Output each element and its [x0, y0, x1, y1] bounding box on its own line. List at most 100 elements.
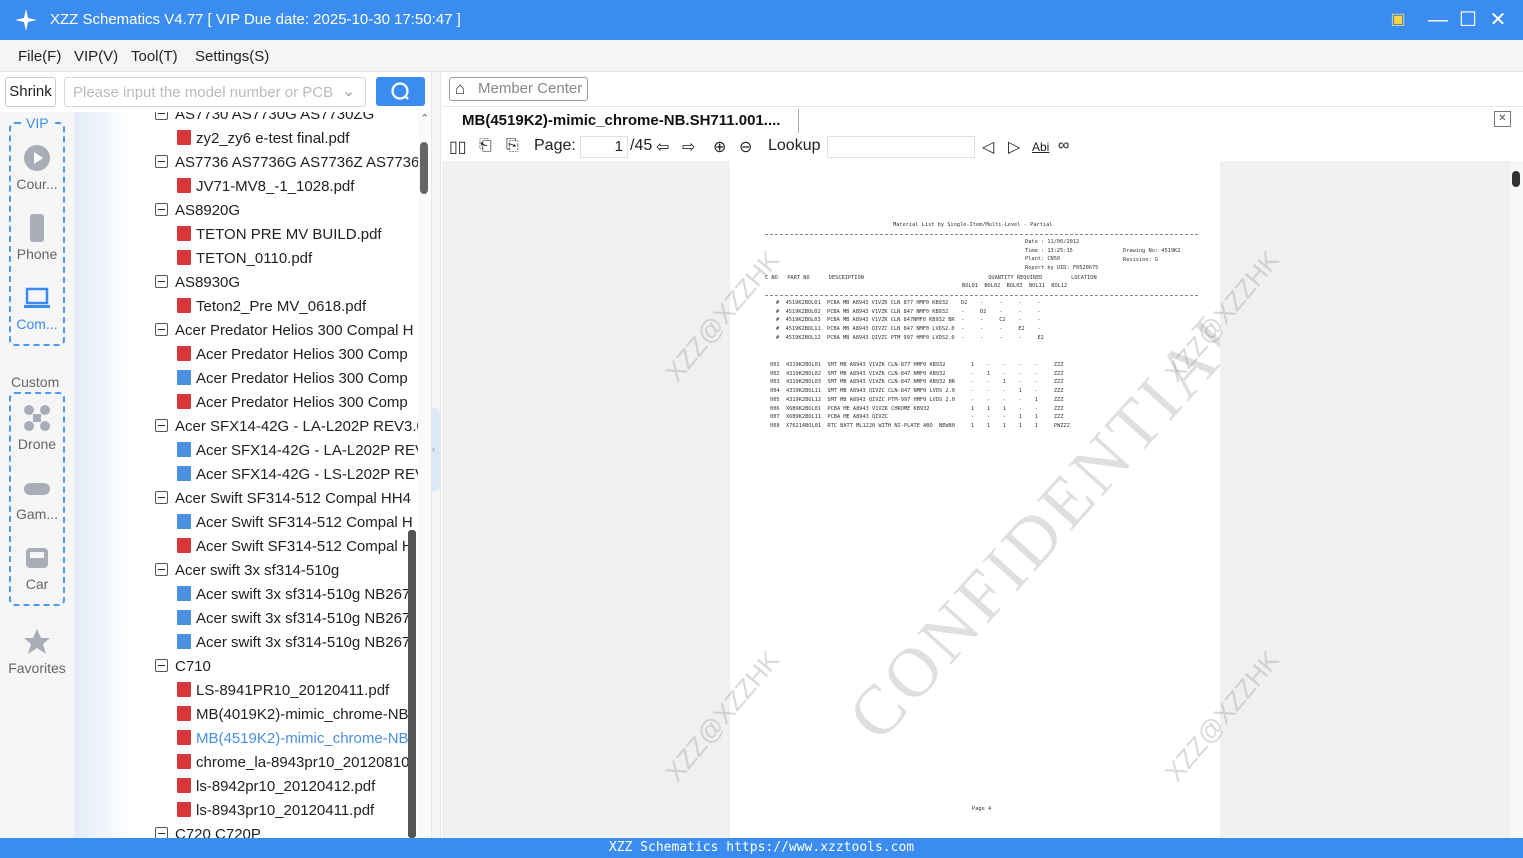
pdf-file-icon [177, 346, 191, 361]
tree-file[interactable]: ls-8942pr10_20120412.pdf [177, 775, 375, 799]
doc-tab-active[interactable]: MB(4519K2)-mimic_chrome-NB.SH711.001.... [462, 112, 780, 129]
menu-settings[interactable]: Settings(S) [195, 48, 269, 65]
tree-file[interactable]: Teton2_Pre MV_0618.pdf [177, 295, 366, 319]
zoom-out-icon[interactable]: ⊖ [739, 137, 752, 157]
shrink-button[interactable]: Shrink [5, 77, 56, 107]
scrollbar-thumb[interactable] [420, 142, 428, 194]
chevron-down-icon[interactable]: ⌄ [342, 82, 355, 100]
collapse-icon[interactable] [155, 491, 168, 504]
menu-tool[interactable]: Tool(T) [131, 48, 178, 65]
tree-folder[interactable]: Acer Swift SF314-512 Compal HH4 [155, 487, 411, 511]
tree-file[interactable]: zy2_zy6 e-test final.pdf [177, 127, 349, 151]
tree-folder[interactable]: AS8920G [155, 199, 240, 223]
tree-scrollbar[interactable]: ⌃ [418, 112, 430, 838]
scroll-up-icon[interactable]: ⌃ [420, 112, 429, 125]
maximize-button[interactable]: ☐ [1456, 8, 1480, 32]
two-page-icon[interactable]: ▯▯ [449, 137, 467, 157]
close-tab-icon[interactable]: ✕ [1494, 111, 1511, 127]
binoculars-icon[interactable]: ∞ [1058, 137, 1069, 155]
tree-folder[interactable]: AS7730 AS7730G AS7730ZG [155, 112, 374, 127]
member-center-label: Member Center [478, 80, 583, 97]
collapse-icon[interactable] [155, 112, 168, 120]
collapse-icon[interactable] [155, 323, 168, 336]
next-page-icon[interactable]: ⇨ [682, 137, 695, 157]
tree-file[interactable]: Acer SFX14-42G - LA-L202P REV [177, 439, 418, 463]
nav-computer[interactable]: Com... [6, 284, 68, 332]
collapse-icon[interactable] [155, 275, 168, 288]
tree-file[interactable]: Acer Predator Helios 300 Comp [177, 391, 408, 415]
member-center-button[interactable]: ⌂ Member Center [449, 77, 588, 101]
tree-file[interactable]: Acer SFX14-42G - LS-L202P REV [177, 463, 418, 487]
rotate-left-icon[interactable]: ⎗ [479, 137, 492, 155]
tree-label: zy2_zy6 e-test final.pdf [196, 130, 350, 147]
collapse-icon[interactable] [155, 203, 168, 216]
nav-car[interactable]: Car [6, 544, 68, 592]
tree-file[interactable]: JV71-MV8_-1_1028.pdf [177, 175, 354, 199]
tree-folder[interactable]: Acer SFX14-42G - LA-L202P REV3.0 [155, 415, 418, 439]
tree-file[interactable]: TETON PRE MV BUILD.pdf [177, 223, 382, 247]
lookup-input[interactable] [827, 136, 975, 158]
collapse-icon[interactable] [155, 563, 168, 576]
tree-file[interactable]: Acer Predator Helios 300 Comp [177, 367, 408, 391]
minimize-button[interactable]: — [1426, 8, 1450, 32]
collapse-icon[interactable] [155, 419, 168, 432]
tree-label: ls-8943pr10_20120411.pdf [196, 802, 375, 819]
model-search-input[interactable]: Please input the model number or PCB ⌄ [64, 77, 366, 107]
menu-bar: File(F) VIP(V) Tool(T) Settings(S) [0, 40, 1523, 72]
tree-inner-scrollbar[interactable] [408, 530, 416, 838]
tree-label: Acer SFX14-42G - LA-L202P REV [196, 442, 418, 459]
collapse-icon[interactable] [155, 155, 168, 168]
close-button[interactable]: ✕ [1486, 8, 1510, 32]
nav-drone[interactable]: Drone [6, 404, 68, 452]
tree-file[interactable]: LS-8941PR10_20120411.pdf [177, 679, 389, 703]
tree-folder[interactable]: C710 [155, 655, 211, 679]
search-button[interactable] [376, 77, 425, 106]
tree-file[interactable]: Acer Swift SF314-512 Compal H [177, 511, 413, 535]
nav-favorites[interactable]: Favorites [6, 628, 68, 676]
panel-splitter[interactable]: ‹ [431, 72, 441, 838]
tree-folder[interactable]: Acer swift 3x sf314-510g [155, 559, 339, 583]
document-viewer[interactable]: Material List by Single-Item/Multi-Level… [442, 161, 1510, 838]
tree-file[interactable]: Acer swift 3x sf314-510g NB267 [177, 607, 410, 631]
tree-label: Acer Swift SF314-512 Compal H [196, 538, 413, 555]
tree-file[interactable]: Acer Swift SF314-512 Compal H [177, 535, 413, 559]
tree-file[interactable]: Acer Predator Helios 300 Comp [177, 343, 408, 367]
viewer-scrollbar[interactable] [1510, 161, 1523, 838]
tree-label: chrome_la-8943pr10_20120810 [196, 754, 410, 771]
tree-folder[interactable]: Acer Predator Helios 300 Compal H [155, 319, 413, 343]
collapse-icon[interactable] [155, 659, 168, 672]
tree-folder[interactable]: AS8930G [155, 271, 240, 295]
tree-file[interactable]: Acer swift 3x sf314-510g NB267 [177, 583, 410, 607]
model-tree[interactable]: AS7730 AS7730G AS7730ZG zy2_zy6 e-test fi… [74, 112, 418, 838]
tree-label: Acer Swift SF314-512 Compal HH4 [175, 490, 411, 507]
nav-label: Car [25, 576, 49, 592]
nav-game[interactable]: Gam... [6, 474, 68, 522]
tree-file[interactable]: MB(4519K2)-mimic_chrome-NB [177, 727, 409, 751]
nav-phone[interactable]: Phone [6, 214, 68, 262]
collapse-icon[interactable] [155, 827, 168, 838]
find-prev-icon[interactable]: ◁ [982, 137, 994, 157]
match-case-icon[interactable]: Abi [1032, 140, 1049, 154]
tree-file[interactable]: ls-8943pr10_20120411.pdf [177, 799, 374, 823]
prev-page-icon[interactable]: ⇦ [656, 137, 669, 157]
nav-courses[interactable]: Cour... [6, 144, 68, 192]
viewer-scrollbar-thumb[interactable] [1512, 171, 1520, 187]
nav-label: Com... [16, 316, 58, 332]
page-input[interactable]: 1 [580, 136, 628, 158]
tree-file[interactable]: MB(4019K2)-mimic_chrome-NB [177, 703, 409, 727]
tree-file[interactable]: chrome_la-8943pr10_20120810 [177, 751, 410, 775]
tree-folder[interactable]: C720 C720P [155, 823, 261, 838]
menu-file[interactable]: File(F) [18, 48, 61, 65]
zoom-in-icon[interactable]: ⊕ [713, 137, 726, 157]
vip-icon[interactable]: ▣ [1386, 8, 1410, 32]
find-next-icon[interactable]: ▷ [1008, 137, 1020, 157]
phone-icon [30, 214, 44, 242]
collapse-handle[interactable]: ‹ [432, 407, 440, 492]
tree-folder[interactable]: AS7736 AS7736G AS7736Z AS7736 [155, 151, 418, 175]
tree-file[interactable]: TETON_0110.pdf [177, 247, 312, 271]
rotate-right-icon[interactable]: ⎘ [506, 137, 519, 155]
tree-label: Acer Predator Helios 300 Comp [196, 346, 408, 363]
menu-vip[interactable]: VIP(V) [74, 48, 118, 65]
tree-file[interactable]: Acer swift 3x sf314-510g NB267 [177, 631, 410, 655]
tree-label: Acer Predator Helios 300 Compal H [175, 322, 414, 339]
